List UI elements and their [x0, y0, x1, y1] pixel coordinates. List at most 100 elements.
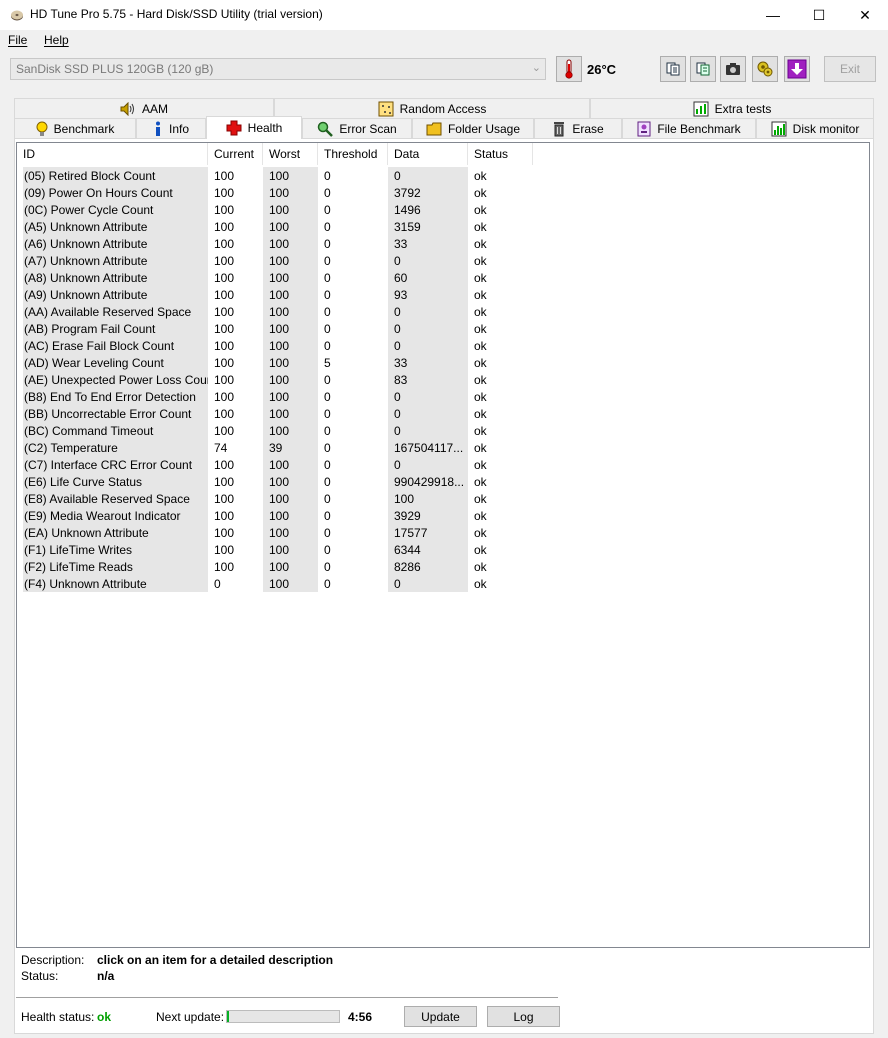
cell-threshold: 0 — [324, 254, 331, 268]
next-update-progress — [226, 1010, 340, 1023]
table-row[interactable]: (BC) Command Timeout 100 100 0 0 ok — [17, 422, 537, 439]
tab-health[interactable]: Health — [206, 116, 302, 139]
table-row[interactable]: (09) Power On Hours Count 100 100 0 3792 ok — [17, 184, 537, 201]
table-row[interactable]: (EA) Unknown Attribute 100 100 0 17577 ok — [17, 524, 537, 541]
copy-all-button[interactable] — [690, 56, 716, 82]
table-row[interactable]: (F4) Unknown Attribute 0 100 0 0 ok — [17, 575, 537, 592]
tab-aam[interactable]: AAM — [14, 98, 274, 118]
exit-button[interactable]: Exit — [824, 56, 876, 82]
title-bar: HD Tune Pro 5.75 - Hard Disk/SSD Utility… — [0, 0, 888, 30]
tab-file-benchmark[interactable]: File Benchmark — [622, 118, 756, 138]
table-row[interactable]: (F2) LifeTime Reads 100 100 0 8286 ok — [17, 558, 537, 575]
column-header-worst[interactable]: Worst — [263, 143, 318, 165]
cell-threshold: 0 — [324, 407, 331, 421]
tab-random-access[interactable]: Random Access — [274, 98, 590, 118]
cell-current: 100 — [214, 475, 235, 489]
tab-benchmark-label: Benchmark — [53, 121, 115, 136]
cell-current: 100 — [214, 237, 235, 251]
cell-worst: 100 — [263, 269, 318, 286]
table-row[interactable]: (0C) Power Cycle Count 100 100 0 1496 ok — [17, 201, 537, 218]
menu-file[interactable]: File — [8, 33, 27, 47]
cell-id: (A5) Unknown Attribute — [23, 218, 208, 235]
drive-select[interactable]: SanDisk SSD PLUS 120GB (120 gB) ⌄ — [10, 58, 546, 80]
cell-current: 100 — [214, 356, 235, 370]
toolbar: SanDisk SSD PLUS 120GB (120 gB) ⌄ 26°C E… — [0, 50, 888, 90]
options-button[interactable] — [752, 56, 778, 82]
cell-worst: 100 — [263, 524, 318, 541]
description-label: Description: — [21, 953, 85, 967]
column-header-id[interactable]: ID — [17, 143, 208, 165]
table-row[interactable]: (F1) LifeTime Writes 100 100 0 6344 ok — [17, 541, 537, 558]
table-row[interactable]: (AD) Wear Leveling Count 100 100 5 33 ok — [17, 354, 537, 371]
save-button[interactable] — [784, 56, 810, 82]
cell-id: (0C) Power Cycle Count — [23, 201, 208, 218]
table-row[interactable]: (E8) Available Reserved Space 100 100 0 100 o… — [17, 490, 537, 507]
table-row[interactable]: (B8) End To End Error Detection 100 100 0 0 o… — [17, 388, 537, 405]
cell-current: 100 — [214, 203, 235, 217]
tab-aam-label: AAM — [141, 101, 168, 116]
tab-info[interactable]: Info — [136, 118, 206, 138]
log-button[interactable]: Log — [487, 1006, 560, 1027]
cell-worst: 100 — [263, 337, 318, 354]
copy-info-button[interactable] — [660, 56, 686, 82]
smart-attributes-list[interactable]: ID Current Worst Threshold Data Status (… — [16, 142, 870, 948]
tab-extra-tests[interactable]: Extra tests — [590, 98, 874, 118]
column-header-threshold[interactable]: Threshold — [318, 143, 388, 165]
countdown: 4:56 — [348, 1010, 373, 1024]
speaker-icon — [120, 101, 134, 116]
column-header-current[interactable]: Current — [208, 143, 263, 165]
tab-erase[interactable]: Erase — [534, 118, 622, 138]
cell-data: 167504117... — [388, 439, 468, 456]
tab-disk-monitor[interactable]: Disk monitor — [756, 118, 874, 138]
table-row[interactable]: (AA) Available Reserved Space 100 100 0 0 ok — [17, 303, 537, 320]
table-row[interactable]: (AB) Program Fail Count 100 100 0 0 ok — [17, 320, 537, 337]
column-header-data[interactable]: Data — [388, 143, 468, 165]
table-row[interactable]: (C7) Interface CRC Error Count 100 100 0 0 ok — [17, 456, 537, 473]
close-button[interactable]: ✕ — [842, 0, 888, 30]
table-row[interactable]: (AC) Erase Fail Block Count 100 100 0 0 ok — [17, 337, 537, 354]
cell-threshold: 0 — [324, 186, 331, 200]
table-row[interactable]: (05) Retired Block Count 100 100 0 0 ok — [17, 167, 537, 184]
cell-worst: 100 — [263, 473, 318, 490]
menu-bar: File Help — [0, 30, 888, 50]
cell-status: ok — [474, 390, 487, 404]
table-row[interactable]: (C2) Temperature 74 39 0 167504117... ok — [17, 439, 537, 456]
table-row[interactable]: (A6) Unknown Attribute 100 100 0 33 ok — [17, 235, 537, 252]
cell-worst: 100 — [263, 541, 318, 558]
table-row[interactable]: (BB) Uncorrectable Error Count 100 100 0 0 ok — [17, 405, 537, 422]
table-row[interactable]: (AE) Unexpected Power Loss Count 100 100 0 8… — [17, 371, 537, 388]
cell-status: ok — [474, 237, 487, 251]
table-row[interactable]: (A7) Unknown Attribute 100 100 0 0 ok — [17, 252, 537, 269]
cell-data: 0 — [388, 252, 468, 269]
chevron-down-icon: ⌄ — [531, 62, 541, 74]
cell-current: 74 — [214, 441, 228, 455]
menu-help[interactable]: Help — [44, 33, 69, 47]
cell-current: 100 — [214, 424, 235, 438]
table-row[interactable]: (A9) Unknown Attribute 100 100 0 93 ok — [17, 286, 537, 303]
cell-id: (AE) Unexpected Power Loss Count — [23, 371, 208, 388]
cell-status: ok — [474, 543, 487, 557]
tab-folder-usage[interactable]: Folder Usage — [412, 118, 534, 138]
cell-threshold: 0 — [324, 271, 331, 285]
cell-status: ok — [474, 305, 487, 319]
cell-threshold: 0 — [324, 458, 331, 472]
cell-worst: 100 — [263, 303, 318, 320]
cell-id: (BC) Command Timeout — [23, 422, 208, 439]
table-row[interactable]: (A8) Unknown Attribute 100 100 0 60 ok — [17, 269, 537, 286]
cell-id: (E8) Available Reserved Space — [23, 490, 208, 507]
cell-current: 100 — [214, 339, 235, 353]
cell-current: 100 — [214, 526, 235, 540]
tab-benchmark[interactable]: Benchmark — [14, 118, 136, 138]
tab-disk-monitor-label: Disk monitor — [792, 121, 860, 136]
maximize-button[interactable]: ☐ — [796, 0, 842, 30]
column-header-status[interactable]: Status — [468, 143, 533, 165]
table-row[interactable]: (E6) Life Curve Status 100 100 0 990429918..… — [17, 473, 537, 490]
table-row[interactable]: (A5) Unknown Attribute 100 100 0 3159 ok — [17, 218, 537, 235]
separator — [16, 997, 558, 999]
screenshot-button[interactable] — [720, 56, 746, 82]
table-row[interactable]: (E9) Media Wearout Indicator 100 100 0 3929 o… — [17, 507, 537, 524]
update-button[interactable]: Update — [404, 1006, 477, 1027]
minimize-button[interactable]: — — [750, 0, 796, 30]
temperature-button[interactable] — [556, 56, 582, 82]
tab-error-scan[interactable]: Error Scan — [302, 118, 412, 138]
